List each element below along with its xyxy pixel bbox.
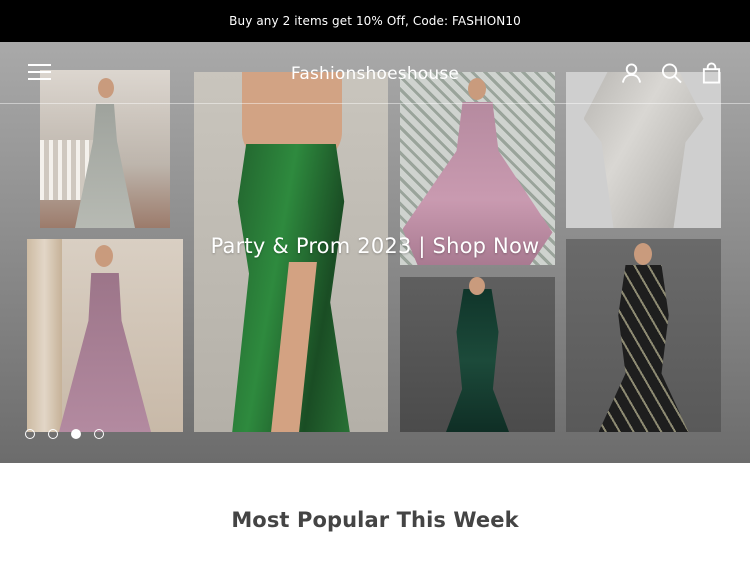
logo-text[interactable]: Fashionshoeshouse <box>291 64 459 84</box>
slide-dot-3[interactable] <box>71 429 81 439</box>
product-image-pink-gown <box>27 239 183 432</box>
product-image-lace-gown <box>566 239 721 432</box>
hero-caption[interactable]: Party & Prom 2023 | Shop Now <box>0 234 750 258</box>
account-icon[interactable] <box>621 62 642 84</box>
slide-dot-4[interactable] <box>94 429 104 439</box>
menu-icon[interactable] <box>28 64 51 80</box>
slideshow-dots <box>25 429 104 439</box>
product-image-sequin-gown <box>400 277 555 432</box>
slide-dot-2[interactable] <box>48 429 58 439</box>
announcement-bar: Buy any 2 items get 10% Off, Code: FASHI… <box>0 0 750 42</box>
cart-icon[interactable] <box>701 62 722 84</box>
section-title: Most Popular This Week <box>231 508 519 532</box>
search-icon[interactable] <box>661 62 682 84</box>
site-header: Fashionshoeshouse <box>0 42 750 104</box>
header-icons <box>621 62 722 84</box>
hero-caption-text[interactable]: Party & Prom 2023 | Shop Now <box>211 234 540 258</box>
slide-dot-1[interactable] <box>25 429 35 439</box>
announcement-text: Buy any 2 items get 10% Off, Code: FASHI… <box>229 14 521 28</box>
hero-slideshow[interactable]: Fashionshoeshouse Party & Prom 2023 | Sh… <box>0 42 750 463</box>
